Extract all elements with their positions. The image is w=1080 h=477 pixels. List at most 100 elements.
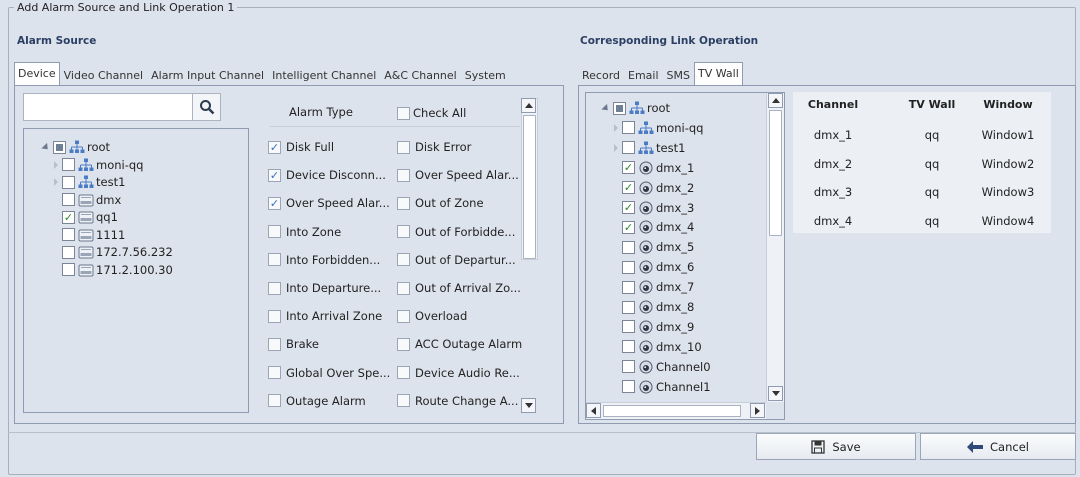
alarm-type-option[interactable]: Route Change A... [397, 392, 518, 410]
channel-tree-item-channel1[interactable]: Channel1 [614, 378, 711, 396]
alarm-type-option[interactable]: Into Arrival Zone [268, 307, 382, 325]
link-tab-email[interactable]: Email [624, 66, 663, 86]
alarm-type-option[interactable]: Global Over Spe... [268, 364, 390, 382]
channel-tree-item-dmx-5[interactable]: dmx_5 [614, 238, 694, 256]
alarm-type-option[interactable]: Into Forbidden... [268, 251, 380, 269]
tree-scroll-down-button[interactable] [768, 386, 783, 401]
link-tab-tv-wall[interactable]: TV Wall [694, 62, 743, 86]
alarm-type-checkbox[interactable] [268, 140, 281, 154]
alarm-type-checkbox[interactable] [268, 281, 281, 295]
expand-arrow-icon[interactable] [614, 143, 618, 152]
tree-checkbox[interactable] [622, 141, 635, 155]
alarm-type-option[interactable]: Out of Departur... [397, 251, 516, 269]
save-button[interactable]: Save [756, 433, 916, 460]
search-button[interactable] [192, 94, 220, 120]
alarm-type-option[interactable]: Out of Arrival Zo... [397, 279, 521, 297]
collapse-arrow-icon[interactable] [601, 103, 611, 113]
alarm-type-checkbox[interactable] [268, 253, 281, 267]
alarm-type-option[interactable]: Out of Forbidde... [397, 223, 515, 241]
alarm-type-checkbox[interactable] [397, 196, 410, 210]
tv-table-header-window[interactable]: Window [963, 98, 1053, 111]
tree-scroll-up-button[interactable] [768, 93, 783, 108]
tv-table-header-channel[interactable]: Channel [788, 98, 878, 111]
tree-checkbox[interactable] [622, 201, 635, 214]
search-input[interactable] [26, 96, 190, 118]
alarm-type-scrollbar[interactable] [521, 98, 538, 260]
channel-tree-item-dmx-10[interactable]: dmx_10 [614, 338, 702, 356]
tree-checkbox[interactable] [622, 220, 635, 234]
scroll-thumb[interactable] [523, 115, 536, 259]
alarm-type-checkbox[interactable] [397, 394, 410, 408]
channel-tree-item-dmx-9[interactable]: dmx_9 [614, 318, 694, 336]
device-tree-item-test1[interactable]: test1 [54, 173, 125, 191]
tree-checkbox[interactable] [622, 280, 635, 294]
tree-scroll-right-button[interactable] [750, 403, 765, 418]
alarm-type-option[interactable]: Disk Full [268, 138, 334, 156]
channel-tree-item-root[interactable]: root [601, 99, 670, 117]
alarm-type-checkbox[interactable] [397, 168, 410, 182]
channel-tree-item-test1[interactable]: test1 [614, 139, 685, 157]
alarm-type-checkbox[interactable] [268, 337, 281, 351]
alarm-type-checkbox[interactable] [268, 309, 281, 323]
tree-checkbox[interactable] [622, 340, 635, 354]
alarm-type-checkbox[interactable] [268, 168, 281, 182]
channel-tree-item-dmx-6[interactable]: dmx_6 [614, 258, 694, 276]
alarm-type-checkbox[interactable] [268, 394, 281, 408]
tv-table-cell[interactable]: dmx_1 [788, 128, 878, 142]
tree-checkbox[interactable] [62, 228, 75, 241]
alarm-source-tab-a-c-channel[interactable]: A&C Channel [380, 66, 460, 86]
check-all[interactable]: Check All [397, 106, 466, 120]
link-tab-record[interactable]: Record [578, 66, 624, 86]
tree-checkbox[interactable] [622, 320, 635, 334]
alarm-type-option[interactable]: Into Zone [268, 223, 341, 241]
alarm-type-checkbox[interactable] [397, 309, 410, 323]
channel-tree-item-dmx-4[interactable]: dmx_4 [614, 218, 694, 236]
channel-tree-item-dmx-2[interactable]: dmx_2 [614, 179, 694, 197]
alarm-type-option[interactable]: ACC Outage Alarm [397, 335, 522, 353]
alarm-source-tab-device[interactable]: Device [14, 62, 60, 86]
check-all-checkbox[interactable] [397, 106, 410, 120]
tree-scroll-thumb[interactable] [769, 110, 782, 236]
tree-checkbox[interactable] [622, 181, 635, 195]
tv-table-cell[interactable]: Window2 [963, 157, 1053, 171]
alarm-type-option[interactable]: Into Departure... [268, 279, 381, 297]
alarm-type-option[interactable]: Device Audio Re... [397, 364, 520, 382]
channel-tree-item-dmx-7[interactable]: dmx_7 [614, 278, 694, 296]
link-tab-sms[interactable]: SMS [663, 66, 694, 86]
tree-checkbox[interactable] [622, 240, 635, 254]
tree-checkbox[interactable] [62, 175, 75, 189]
expand-arrow-icon[interactable] [614, 123, 618, 132]
tv-table-cell[interactable]: dmx_2 [788, 157, 878, 171]
alarm-type-checkbox[interactable] [397, 366, 410, 380]
tree-checkbox[interactable] [62, 158, 75, 171]
tree-scroll-left-button[interactable] [586, 403, 601, 418]
channel-tree-item-dmx-3[interactable]: dmx_3 [614, 199, 694, 217]
device-tree-item-172-7-56-232[interactable]: 172.7.56.232 [54, 243, 173, 261]
alarm-type-checkbox[interactable] [397, 253, 410, 267]
tv-table-cell[interactable]: dmx_3 [788, 185, 878, 199]
tv-table-cell[interactable]: Window4 [963, 214, 1053, 228]
alarm-type-checkbox[interactable] [268, 366, 281, 380]
alarm-type-checkbox[interactable] [397, 337, 410, 351]
cancel-button[interactable]: Cancel [920, 433, 1076, 460]
tv-table-cell[interactable]: Window1 [963, 128, 1053, 142]
tree-checkbox[interactable] [622, 360, 635, 374]
alarm-type-checkbox[interactable] [268, 225, 281, 239]
alarm-type-option[interactable]: Over Speed Alar... [397, 166, 519, 184]
alarm-type-checkbox[interactable] [268, 196, 281, 210]
expand-arrow-icon[interactable] [54, 160, 58, 169]
tree-checkbox[interactable] [622, 260, 635, 274]
channel-tree-item-dmx-8[interactable]: dmx_8 [614, 298, 694, 316]
channel-tree-item-moni-qq[interactable]: moni-qq [614, 119, 703, 137]
device-tree-item-moni-qq[interactable]: moni-qq [54, 156, 143, 174]
tree-hscroll-thumb[interactable] [603, 405, 741, 417]
tree-checkbox[interactable] [62, 210, 75, 224]
alarm-type-option[interactable]: Outage Alarm [268, 392, 366, 410]
alarm-type-option[interactable]: Over Speed Alar... [268, 194, 390, 212]
tree-checkbox[interactable] [622, 121, 635, 135]
alarm-type-option[interactable]: Brake [268, 335, 319, 353]
device-tree-item-1111[interactable]: 1111 [54, 226, 125, 244]
device-tree-item-171-2-100-30[interactable]: 171.2.100.30 [54, 261, 173, 279]
tree-checkbox[interactable] [622, 300, 635, 314]
alarm-type-option[interactable]: Disk Error [397, 138, 471, 156]
